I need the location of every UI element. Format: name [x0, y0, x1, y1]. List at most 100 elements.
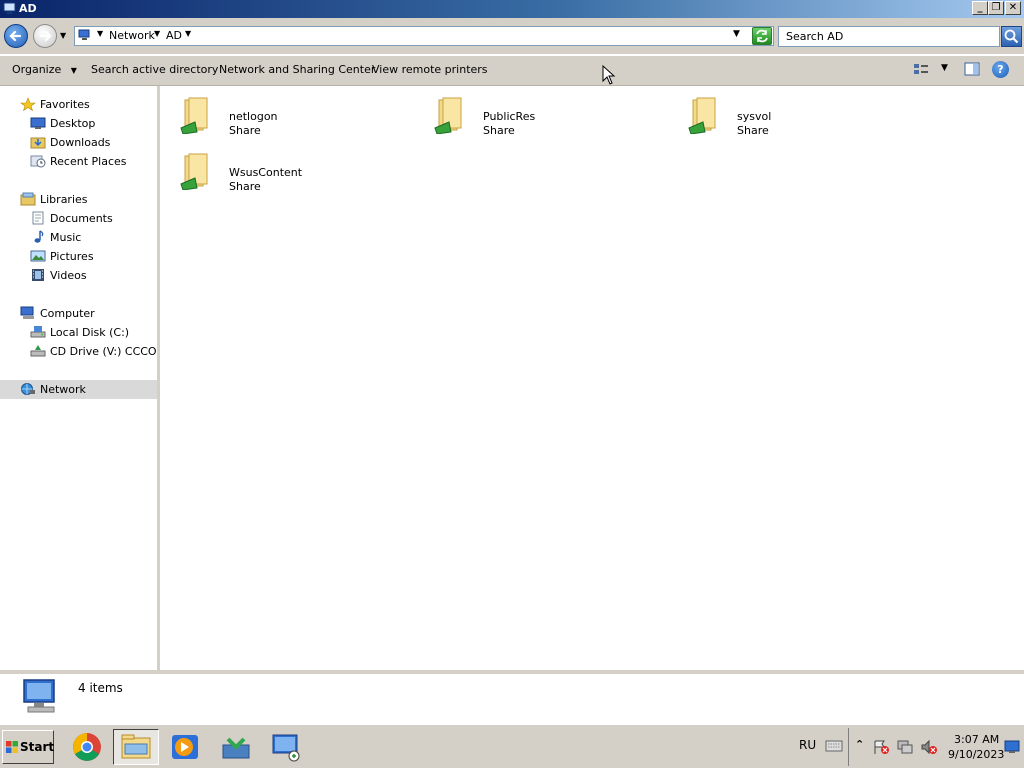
change-view-icon[interactable] [913, 62, 929, 76]
navigation-pane [0, 86, 157, 670]
shared-folder-icon [180, 153, 208, 190]
crumb-chevron-icon[interactable]: ▼ [185, 29, 191, 38]
back-button[interactable] [4, 24, 28, 48]
taskbar-media-player[interactable] [162, 729, 208, 765]
shared-folder-icon [434, 97, 462, 134]
item-type: Share [483, 124, 515, 137]
clock-time[interactable]: 3:07 AM [954, 733, 999, 746]
minimize-button[interactable]: _ [972, 1, 988, 15]
network-icon [78, 29, 90, 40]
breadcrumb-ad[interactable]: AD [166, 29, 182, 42]
details-pane [0, 670, 1024, 724]
nav-pictures[interactable]: Pictures [0, 247, 157, 266]
windows-logo-icon [6, 741, 18, 753]
mouse-cursor-icon [602, 65, 616, 85]
refresh-icon [756, 29, 768, 43]
view-options-chevron-icon[interactable]: ▼ [941, 63, 948, 73]
recent-places-icon [30, 155, 46, 168]
item-name: sysvol [737, 110, 772, 123]
nav-label: Computer [40, 307, 95, 320]
start-label: Start [20, 740, 55, 754]
share-item-sysvol[interactable]: sysvol Share [668, 92, 908, 144]
taskbar-app-download[interactable] [213, 729, 259, 765]
computer-icon [20, 306, 34, 319]
search-input[interactable]: Search AD [778, 26, 1000, 47]
show-desktop-icon[interactable] [1004, 740, 1020, 754]
item-name: netlogon [229, 110, 278, 123]
volume-muted-icon[interactable] [920, 739, 938, 755]
media-player-icon [172, 735, 198, 759]
organize-label: Organize [12, 63, 62, 76]
nav-label: Documents [50, 212, 113, 225]
taskbar-chrome[interactable] [64, 729, 110, 765]
preview-pane-icon[interactable] [964, 62, 980, 76]
nav-music[interactable]: Music [0, 228, 157, 247]
search-active-directory-button[interactable]: Search active directory [91, 63, 218, 76]
nav-label: Recent Places [50, 155, 127, 168]
nav-label: Libraries [40, 193, 88, 206]
nav-libraries[interactable]: Libraries [0, 190, 157, 209]
search-button[interactable] [1001, 26, 1022, 47]
nav-label: Videos [50, 269, 87, 282]
shared-folder-icon [688, 97, 716, 134]
star-icon [20, 97, 36, 111]
share-item-netlogon[interactable]: netlogon Share [160, 92, 400, 144]
item-type: Share [737, 124, 769, 137]
taskbar-remote-desktop[interactable] [263, 729, 309, 765]
search-icon [1004, 29, 1019, 44]
show-hidden-icons-chevron-icon[interactable]: ⌃ [855, 738, 864, 751]
desktop-icon [30, 117, 46, 129]
cd-drive-icon [30, 345, 46, 357]
view-remote-printers-button[interactable]: View remote printers [372, 63, 488, 76]
network-status-icon[interactable] [896, 739, 914, 755]
clock-date[interactable]: 9/10/2023 [948, 748, 1004, 761]
nav-local-disk[interactable]: Local Disk (C:) [0, 323, 157, 342]
window-title: AD [19, 2, 37, 15]
nav-recent-places[interactable]: Recent Places [0, 152, 157, 171]
nav-computer[interactable]: Computer [0, 304, 157, 323]
keyboard-icon[interactable] [825, 740, 843, 752]
nav-videos[interactable]: Videos [0, 266, 157, 285]
shared-folder-icon [180, 97, 208, 134]
close-button[interactable]: ✕ [1005, 1, 1021, 15]
videos-film-icon [32, 269, 44, 281]
restore-button[interactable]: ❐ [988, 1, 1004, 15]
nav-downloads[interactable]: Downloads [0, 133, 157, 152]
organize-button[interactable]: Organize ▼ [12, 63, 77, 76]
downloads-folder-icon [30, 137, 46, 149]
crumb-chevron-icon[interactable]: ▼ [97, 29, 103, 38]
share-item-publicres[interactable]: PublicRes Share [414, 92, 654, 144]
action-center-flag-icon[interactable] [872, 739, 890, 755]
start-button[interactable]: Start [2, 730, 54, 764]
title-bar[interactable] [0, 0, 1024, 18]
breadcrumb-network[interactable]: Network [109, 29, 155, 42]
nav-network[interactable]: Network [0, 380, 157, 399]
chrome-icon [73, 733, 101, 761]
recent-pages-chevron-icon[interactable]: ▼ [60, 31, 66, 40]
nav-favorites[interactable]: Favorites [0, 95, 157, 114]
forward-button[interactable] [33, 24, 57, 48]
nav-cd-drive[interactable]: CD Drive (V:) CCCOMA [0, 342, 157, 361]
pictures-icon [30, 250, 46, 262]
nav-label: CD Drive (V:) CCCOMA [50, 345, 157, 358]
item-type: Share [229, 180, 261, 193]
refresh-button[interactable] [752, 27, 772, 45]
nav-label: Network [40, 383, 86, 396]
chevron-down-icon: ▼ [70, 66, 77, 75]
crumb-chevron-icon[interactable]: ▼ [154, 29, 160, 38]
nav-documents[interactable]: Documents [0, 209, 157, 228]
taskbar-explorer[interactable] [113, 729, 159, 765]
libraries-icon [20, 192, 36, 206]
nav-label: Downloads [50, 136, 111, 149]
language-indicator[interactable]: RU [799, 738, 816, 752]
address-dropdown-icon[interactable]: ▼ [733, 29, 740, 39]
help-icon[interactable]: ? [992, 61, 1009, 78]
share-item-wsuscontent[interactable]: WsusContent Share [160, 148, 400, 200]
network-computer-icon [23, 679, 55, 713]
network-globe-icon [21, 383, 35, 395]
nav-desktop[interactable]: Desktop [0, 114, 157, 133]
remote-desktop-icon [272, 734, 300, 762]
music-note-icon [34, 230, 44, 243]
hard-drive-icon [30, 326, 46, 338]
network-sharing-center-button[interactable]: Network and Sharing Center [219, 63, 375, 76]
